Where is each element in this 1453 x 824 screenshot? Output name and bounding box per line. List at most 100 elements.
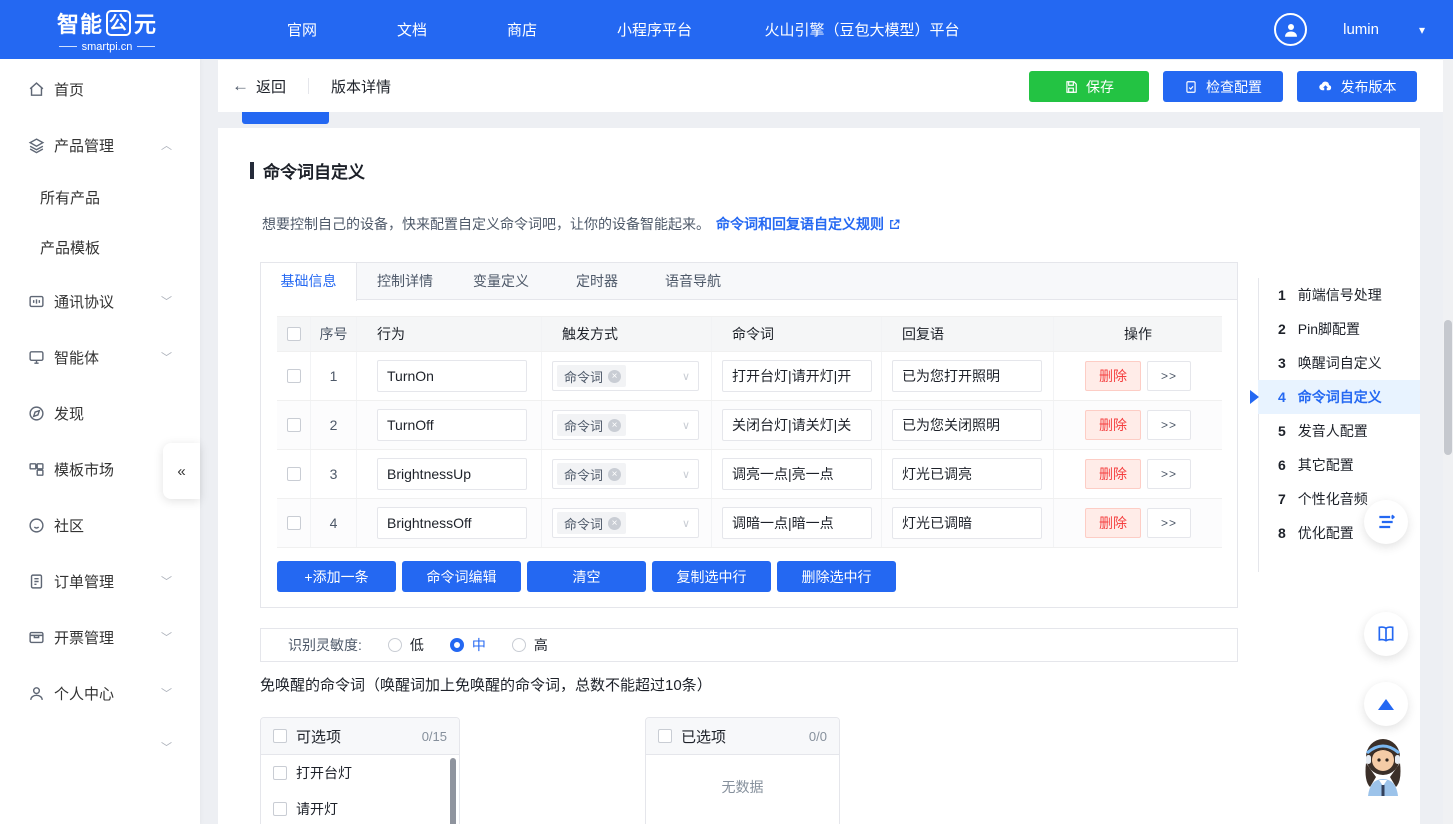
delete-row-button[interactable]: 删除 [1085, 508, 1141, 538]
sidebar-item-community[interactable]: 社区 [0, 510, 200, 540]
step-front-signal[interactable]: 1前端信号处理 [1258, 278, 1420, 312]
trigger-select[interactable]: 命令词× ∨ [552, 459, 699, 489]
step-other-config[interactable]: 6其它配置 [1258, 448, 1420, 482]
page-scrollbar-thumb[interactable] [1444, 320, 1452, 455]
sidebar-item-personal-center[interactable]: 个人中心 ﹀ [0, 678, 200, 708]
nav-item-official-site[interactable]: 官网 [247, 19, 357, 40]
save-button[interactable]: 保存 [1029, 71, 1149, 102]
copy-selected-rows-button[interactable]: 复制选中行 [652, 561, 771, 592]
row-checkbox[interactable] [287, 516, 301, 530]
step-voice-config[interactable]: 5发音人配置 [1258, 414, 1420, 448]
select-all-checkbox[interactable] [287, 327, 301, 341]
back-button[interactable]: ← 返回 [232, 76, 286, 97]
clear-button[interactable]: 清空 [527, 561, 646, 592]
sidebar-item-discover[interactable]: 发现 [0, 398, 200, 428]
sidebar-item-product-management[interactable]: 产品管理 ︿ [0, 130, 200, 160]
steps-menu-fab[interactable] [1364, 500, 1408, 544]
transfer-item[interactable]: 请开灯 [261, 791, 459, 824]
reply-input[interactable] [892, 458, 1042, 490]
step-wakeword-custom[interactable]: 3唤醒词自定义 [1258, 346, 1420, 380]
assistant-avatar[interactable] [1352, 733, 1414, 797]
source-scrollbar-thumb[interactable] [450, 758, 456, 824]
edit-commands-button[interactable]: 命令词编辑 [402, 561, 521, 592]
username[interactable]: lumin [1343, 21, 1379, 38]
sensitivity-option-low[interactable]: 低 [388, 635, 424, 655]
custom-rules-link[interactable]: 命令词和回复语自定义规则 [716, 214, 901, 234]
action-input[interactable] [377, 507, 527, 539]
item-checkbox[interactable] [273, 802, 287, 816]
tag-remove-icon[interactable]: × [608, 419, 621, 432]
brand-logo[interactable]: 智能公元 smartpi.cn [42, 7, 172, 53]
tab-timer[interactable]: 定时器 [549, 263, 645, 299]
tab-voice-navigation[interactable]: 语音导航 [645, 263, 741, 299]
sensitivity-option-high[interactable]: 高 [512, 635, 548, 655]
sensitivity-option-medium[interactable]: 中 [450, 635, 486, 655]
row-checkbox[interactable] [287, 467, 301, 481]
delete-selected-rows-button[interactable]: 删除选中行 [777, 561, 896, 592]
target-select-all-checkbox[interactable] [658, 729, 672, 743]
tag-remove-icon[interactable]: × [608, 517, 621, 530]
sidebar-item-invoice-management[interactable]: 开票管理 ﹀ [0, 622, 200, 652]
user-chevron-down-icon[interactable]: ▾ [1419, 23, 1425, 37]
step-command-custom-active[interactable]: 4命令词自定义 [1258, 380, 1420, 414]
back-to-top-fab[interactable] [1364, 682, 1408, 726]
trigger-select[interactable]: 命令词× ∨ [552, 410, 699, 440]
sidebar-item-protocols[interactable]: 通讯协议 ﹀ [0, 286, 200, 316]
sidebar-item-extra[interactable]: ﹀ [0, 732, 200, 762]
command-input[interactable] [722, 458, 872, 490]
row-checkbox[interactable] [287, 418, 301, 432]
select-chevron-icon: ∨ [682, 419, 690, 432]
nav-item-volcengine[interactable]: 火山引擎（豆包大模型）平台 [732, 19, 992, 40]
publish-version-button[interactable]: 发布版本 [1297, 71, 1417, 102]
expand-row-button[interactable]: >> [1147, 508, 1191, 538]
nav-item-docs[interactable]: 文档 [357, 19, 467, 40]
docs-fab[interactable] [1364, 612, 1408, 656]
tag-remove-icon[interactable]: × [608, 370, 621, 383]
command-input[interactable] [722, 360, 872, 392]
expand-row-button[interactable]: >> [1147, 410, 1191, 440]
delete-row-button[interactable]: 删除 [1085, 361, 1141, 391]
source-select-all-checkbox[interactable] [273, 729, 287, 743]
trigger-select[interactable]: 命令词× ∨ [552, 508, 699, 538]
check-config-button[interactable]: 检查配置 [1163, 71, 1283, 102]
action-input[interactable] [377, 458, 527, 490]
sidebar-item-all-products[interactable]: 所有产品 [0, 182, 200, 212]
tab-basic-info[interactable]: 基础信息 [261, 263, 357, 301]
nav-item-store[interactable]: 商店 [467, 19, 577, 40]
trigger-select[interactable]: 命令词× ∨ [552, 361, 699, 391]
title-bar-decoration [250, 162, 254, 179]
sidebar-item-product-templates[interactable]: 产品模板 [0, 232, 200, 262]
delete-row-button[interactable]: 删除 [1085, 410, 1141, 440]
reply-input[interactable] [892, 507, 1042, 539]
sidebar-item-home[interactable]: 首页 [0, 74, 200, 104]
reply-input[interactable] [892, 409, 1042, 441]
sidebar-item-agent[interactable]: 智能体 ﹀ [0, 342, 200, 372]
sidebar-item-order-management[interactable]: 订单管理 ﹀ [0, 566, 200, 596]
navbar-user-area: lumin ▾ [1274, 0, 1425, 59]
action-input[interactable] [377, 409, 527, 441]
delete-row-button[interactable]: 删除 [1085, 459, 1141, 489]
expand-row-button[interactable]: >> [1147, 361, 1191, 391]
reply-input[interactable] [892, 360, 1042, 392]
page-scrollbar-track[interactable] [1443, 59, 1453, 824]
clipped-button-above[interactable] [242, 112, 329, 124]
empty-data-text: 无数据 [646, 777, 839, 797]
page-toolbar: ← 返回 版本详情 保存 检查配置 发布版本 [218, 60, 1453, 112]
add-row-button[interactable]: +添加一条 [277, 561, 396, 592]
step-pin-config[interactable]: 2Pin脚配置 [1258, 312, 1420, 346]
row-checkbox[interactable] [287, 369, 301, 383]
user-avatar-icon[interactable] [1274, 13, 1307, 46]
command-input[interactable] [722, 507, 872, 539]
action-input[interactable] [377, 360, 527, 392]
item-checkbox[interactable] [273, 766, 287, 780]
select-chevron-icon: ∨ [682, 517, 690, 530]
tag-remove-icon[interactable]: × [608, 468, 621, 481]
transfer-item[interactable]: 打开台灯 [261, 755, 459, 791]
sensitivity-box: 识别灵敏度: 低 中 高 [260, 628, 1238, 662]
expand-row-button[interactable]: >> [1147, 459, 1191, 489]
nav-item-miniprogram[interactable]: 小程序平台 [577, 19, 732, 40]
tab-variable-definition[interactable]: 变量定义 [453, 263, 549, 299]
sidebar-collapse-button[interactable]: « [163, 443, 200, 499]
command-input[interactable] [722, 409, 872, 441]
tab-control-detail[interactable]: 控制详情 [357, 263, 453, 299]
